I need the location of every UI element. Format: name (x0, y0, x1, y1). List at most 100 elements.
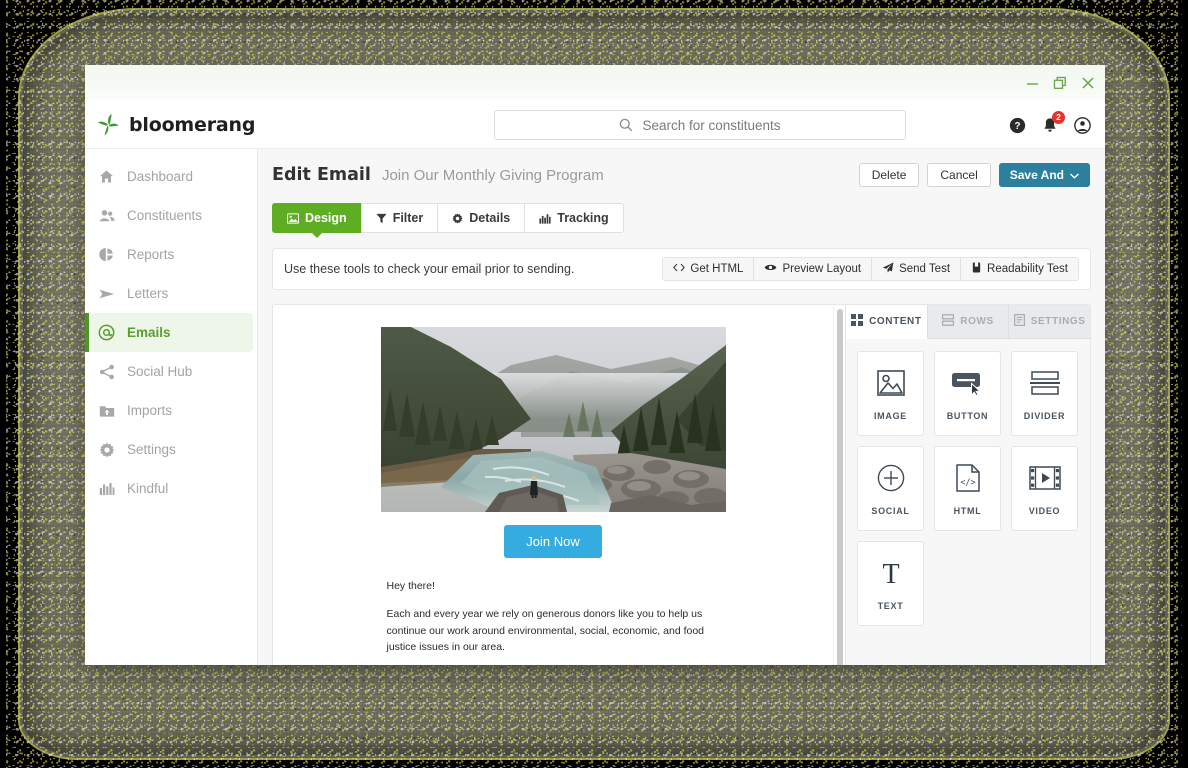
home-icon (98, 169, 115, 184)
sidebar-item-label: Social Hub (127, 364, 193, 379)
tab-content[interactable]: CONTENT (846, 305, 928, 339)
sidebar-item-constituents[interactable]: Constituents (85, 196, 253, 235)
tile-label: DIVIDER (1023, 410, 1066, 421)
svg-text:T: T (882, 559, 899, 588)
email-hero-image[interactable] (380, 327, 726, 512)
sidebar-item-kindful[interactable]: Kindful (85, 469, 253, 508)
user-circle-icon[interactable] (1074, 116, 1091, 134)
sidebar-item-label: Settings (127, 442, 176, 457)
chevron-down-icon (1070, 168, 1079, 182)
sidebar-item-dashboard[interactable]: Dashboard (85, 157, 253, 196)
cancel-button[interactable]: Cancel (927, 163, 991, 187)
sidebar-item-label: Reports (127, 247, 175, 262)
brand-logo[interactable]: bloomerang (85, 112, 257, 137)
header-icon-group: ? 2 (1009, 101, 1091, 149)
bell-icon[interactable]: 2 (1042, 110, 1065, 134)
grid-icon (851, 314, 864, 329)
tile-label: IMAGE (873, 410, 907, 421)
panel-tab-label: CONTENT (869, 316, 922, 327)
block-tile-text[interactable]: T TEXT (857, 541, 924, 626)
social-plus-tile-icon (877, 462, 905, 494)
delete-button[interactable]: Delete (858, 163, 920, 187)
close-icon[interactable] (1081, 76, 1095, 90)
block-tile-divider[interactable]: DIVIDER (1011, 351, 1078, 436)
join-now-button[interactable]: Join Now (504, 525, 602, 558)
tile-label: TEXT (877, 600, 904, 611)
tools-strip: Use these tools to check your email prio… (272, 248, 1091, 290)
search-placeholder: Search for constituents (642, 117, 781, 133)
hero-photo-illustration (380, 327, 726, 512)
tile-label: SOCIAL (871, 505, 910, 516)
search-input[interactable]: Search for constituents (494, 110, 906, 140)
document-icon (1013, 313, 1025, 329)
content-block-tiles: IMAGE BUTTON DIVIDER SOCIAL </> HTML VID… (846, 339, 1090, 638)
sidebar-item-reports[interactable]: Reports (85, 235, 253, 274)
funnel-icon (376, 213, 387, 224)
preview-layout-button[interactable]: Preview Layout (754, 258, 873, 280)
text-tile-icon: T (877, 557, 905, 589)
sidebar-nav: Dashboard Constituents Reports Letters E… (85, 149, 257, 665)
sidebar-item-emails[interactable]: Emails (85, 313, 253, 352)
image-tile-icon (876, 367, 905, 399)
tools-button-group: Get HTML Preview Layout Send Test Readab… (662, 257, 1079, 281)
paper-plane-icon (882, 262, 894, 276)
tile-label: HTML (953, 505, 982, 516)
preview-scrollbar[interactable] (833, 305, 845, 665)
tab-label: Filter (392, 211, 424, 225)
email-editor: Join Now Hey there! Each and every year … (272, 304, 1091, 665)
email-preview-pane[interactable]: Join Now Hey there! Each and every year … (273, 305, 833, 665)
sidebar-item-label: Kindful (127, 481, 169, 496)
block-tile-social[interactable]: SOCIAL (857, 446, 924, 531)
tab-details[interactable]: Details (437, 203, 525, 233)
minimize-icon[interactable] (1026, 77, 1039, 90)
application-window: bloomerang Search for constituents ? 2 D… (85, 65, 1105, 665)
sidebar-item-letters[interactable]: Letters (85, 274, 253, 313)
tool-label: Preview Layout (782, 263, 862, 275)
block-tile-html[interactable]: </> HTML (934, 446, 1001, 531)
page-title: Edit Email (272, 165, 371, 185)
tab-tracking[interactable]: Tracking (524, 203, 624, 233)
sidebar-item-label: Emails (127, 325, 171, 340)
tool-label: Get HTML (690, 263, 744, 275)
panel-tabs: CONTENT ROWS SETTINGS (846, 305, 1090, 339)
html-tile-icon: </> (955, 462, 980, 494)
email-cta-wrap: Join Now (381, 525, 726, 558)
email-body-text[interactable]: Hey there! Each and every year we rely o… (381, 578, 726, 665)
sidebar-item-label: Dashboard (127, 169, 194, 184)
block-tile-image[interactable]: IMAGE (857, 351, 924, 436)
page-header: Edit Email Join Our Monthly Giving Progr… (272, 163, 1091, 187)
sidebar-item-settings[interactable]: Settings (85, 430, 253, 469)
tab-settings[interactable]: SETTINGS (1009, 305, 1090, 339)
preview-scrollbar-thumb[interactable] (836, 309, 843, 665)
tile-label: BUTTON (946, 410, 989, 421)
main-content: Edit Email Join Our Monthly Giving Progr… (257, 149, 1105, 665)
maximize-icon[interactable] (1053, 76, 1067, 90)
sidebar-item-label: Constituents (127, 208, 203, 223)
page-action-buttons: Delete Cancel Save And (858, 163, 1090, 187)
tab-filter[interactable]: Filter (360, 203, 438, 233)
sidebar-item-social-hub[interactable]: Social Hub (85, 352, 253, 391)
button-tile-icon (951, 367, 985, 399)
gear-icon (98, 442, 115, 458)
tab-label: Design (305, 211, 347, 225)
block-tile-button[interactable]: BUTTON (934, 351, 1001, 436)
help-circle-icon[interactable]: ? (1009, 117, 1026, 134)
save-and-label: Save And (1009, 168, 1064, 182)
tab-rows[interactable]: ROWS (927, 305, 1010, 339)
sidebar-item-label: Letters (127, 286, 169, 301)
tab-design[interactable]: Design (272, 203, 361, 233)
image-icon (287, 212, 299, 224)
block-tile-video[interactable]: VIDEO (1011, 446, 1078, 531)
window-titlebar (85, 65, 1105, 101)
save-and-button[interactable]: Save And (998, 163, 1090, 187)
sidebar-item-imports[interactable]: Imports (85, 391, 253, 430)
readability-test-button[interactable]: Readability Test (961, 258, 1078, 280)
panel-tab-label: SETTINGS (1030, 316, 1086, 327)
email-paragraph: Hey there! (386, 580, 435, 592)
rows-icon (942, 314, 955, 329)
get-html-button[interactable]: Get HTML (663, 258, 755, 280)
send-test-button[interactable]: Send Test (872, 258, 962, 280)
book-icon (971, 262, 982, 276)
sidebar-item-label: Imports (127, 403, 173, 418)
email-canvas: Join Now Hey there! Each and every year … (380, 327, 726, 665)
